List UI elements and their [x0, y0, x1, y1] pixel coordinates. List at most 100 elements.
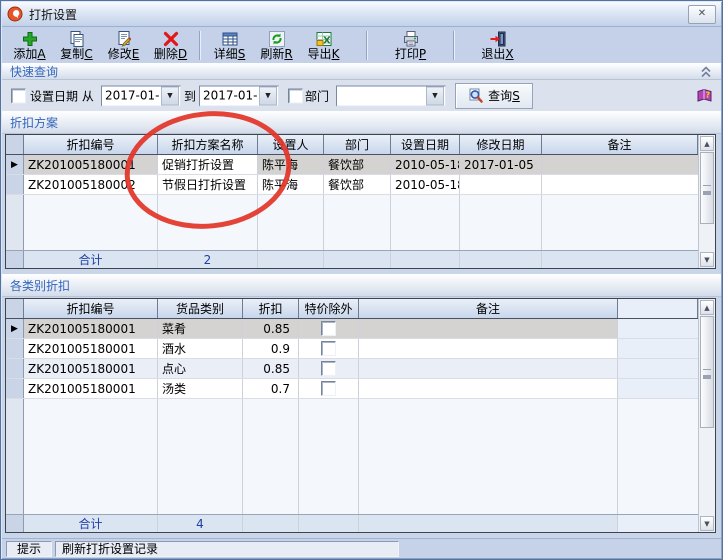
help-book-icon[interactable]: ?: [696, 88, 713, 104]
special-excluded-checkbox[interactable]: [321, 341, 336, 356]
column-header[interactable]: 修改日期: [460, 135, 542, 154]
scrollbar-thumb[interactable]: [700, 316, 714, 428]
app-window: 打折设置 ✕ 添加A 复制C 修改E 删除D 详细S 刷新R X: [0, 0, 723, 560]
search-button-label: 查询S: [488, 87, 520, 104]
search-icon: [468, 88, 484, 104]
exit-button[interactable]: 退出X: [474, 29, 521, 62]
cell-special-excluded: [299, 339, 359, 358]
empty-rows-area: [6, 195, 698, 250]
toolbar-button-label: 删除D: [154, 48, 187, 61]
indicator-header-cell: [6, 299, 24, 318]
column-header[interactable]: 设置日期: [391, 135, 460, 154]
cell-category: 汤类: [158, 379, 243, 398]
cell-discount: 0.85: [243, 359, 299, 378]
category-table-footer: 合计 4: [6, 514, 698, 532]
special-excluded-checkbox[interactable]: [321, 321, 336, 336]
cell-code: ZK201005180001: [24, 319, 158, 338]
toolbar-button-label: 详细S: [214, 48, 246, 61]
special-excluded-checkbox[interactable]: [321, 381, 336, 396]
empty-rows-area: [6, 399, 698, 514]
column-header[interactable]: 折扣方案名称: [158, 135, 258, 154]
cell-note: [542, 155, 698, 174]
category-table: 折扣编号 货品类别 折扣 特价除外 备注 ▶ ZK201005180001 菜肴…: [5, 298, 716, 533]
edit-button[interactable]: 修改E: [100, 29, 147, 62]
cell-mod-date: [460, 175, 542, 194]
date-to-select[interactable]: 2017-01-31 ▼: [199, 85, 279, 106]
toolbar-button-label: 打印P: [395, 48, 426, 61]
table-row[interactable]: ▶ ZK201005180001 促销打折设置 陈平海 餐饮部 2010-05-…: [6, 155, 698, 175]
detail-button[interactable]: 详细S: [206, 29, 253, 62]
column-header[interactable]: 设置人: [258, 135, 324, 154]
cell-category: 菜肴: [158, 319, 243, 338]
cell-special-excluded: [299, 379, 359, 398]
indicator-header-cell: [6, 135, 24, 154]
date-filter-checkbox[interactable]: [11, 88, 26, 103]
print-button[interactable]: 打印P: [387, 29, 434, 62]
special-excluded-checkbox[interactable]: [321, 361, 336, 376]
close-button[interactable]: ✕: [688, 5, 716, 24]
quick-query-section-header: 快速查询: [2, 63, 721, 80]
toolbar-separator: [199, 31, 201, 60]
plan-section-header: 折扣方案: [2, 111, 721, 134]
export-button[interactable]: X 导出K: [300, 29, 347, 62]
toolbar-separator: [366, 31, 368, 60]
table-row[interactable]: ZK201005180001 汤类 0.7: [6, 379, 698, 399]
date-from-select[interactable]: 2017-01-01 ▼: [101, 85, 181, 106]
column-header[interactable]: 备注: [359, 299, 618, 318]
add-button[interactable]: 添加A: [6, 29, 53, 62]
scroll-down-icon[interactable]: ▼: [700, 516, 714, 531]
table-row[interactable]: ZK201005180001 点心 0.85: [6, 359, 698, 379]
category-table-scrollbar[interactable]: ▲ ▼: [698, 299, 715, 532]
dept-filter-checkbox[interactable]: [288, 88, 303, 103]
refresh-button[interactable]: 刷新R: [253, 29, 300, 62]
print-icon: [402, 30, 420, 48]
cell-code: ZK201005180001: [24, 339, 158, 358]
column-header[interactable]: 货品类别: [158, 299, 243, 318]
cell-code: ZK201005180001: [24, 155, 158, 174]
toolbar-button-label: 修改E: [108, 48, 140, 61]
cell-dept: 餐饮部: [324, 155, 391, 174]
toolbar-button-label: 复制C: [60, 48, 92, 61]
column-header[interactable]: 部门: [324, 135, 391, 154]
chevron-down-icon[interactable]: ▼: [161, 86, 179, 105]
row-indicator: [6, 379, 24, 398]
scroll-up-icon[interactable]: ▲: [700, 300, 714, 315]
column-header[interactable]: 特价除外: [299, 299, 359, 318]
date-filter-label: 设置日期 从: [30, 87, 94, 104]
chevron-down-icon[interactable]: ▼: [426, 86, 444, 105]
cell-special-excluded: [299, 319, 359, 338]
search-button[interactable]: 查询S: [455, 83, 533, 109]
footer-row-count: 2: [158, 251, 258, 268]
cell-discount: 0.9: [243, 339, 299, 358]
copy-button[interactable]: 复制C: [53, 29, 100, 62]
column-header[interactable]: 备注: [542, 135, 698, 154]
detail-icon: [221, 30, 239, 48]
collapse-chevron-icon[interactable]: [699, 65, 713, 78]
category-table-header: 折扣编号 货品类别 折扣 特价除外 备注: [6, 299, 698, 319]
exit-icon: [489, 30, 507, 48]
svg-text:X: X: [323, 35, 331, 46]
chevron-down-icon[interactable]: ▼: [259, 86, 277, 105]
dept-filter-label: 部门: [305, 87, 329, 104]
plan-table-scrollbar[interactable]: ▲ ▼: [698, 135, 715, 268]
cell-note: [359, 379, 618, 398]
scroll-up-icon[interactable]: ▲: [700, 136, 714, 151]
category-section-title: 各类别折扣: [10, 277, 70, 294]
scrollbar-thumb[interactable]: [700, 152, 714, 224]
cell-person: 陈平海: [258, 155, 324, 174]
column-header[interactable]: 折扣: [243, 299, 299, 318]
plan-section-title: 折扣方案: [10, 114, 58, 131]
table-row[interactable]: ZK201005180001 酒水 0.9: [6, 339, 698, 359]
cell-code: ZK201005180001: [24, 359, 158, 378]
dept-select[interactable]: ▼: [336, 85, 446, 106]
cell-code: ZK201005180002: [24, 175, 158, 194]
delete-button[interactable]: 删除D: [147, 29, 194, 62]
cell-set-date: 2010-05-18: [391, 175, 460, 194]
cell-plan-name: 节假日打折设置: [158, 175, 258, 194]
table-row[interactable]: ZK201005180002 节假日打折设置 陈平海 餐饮部 2010-05-1…: [6, 175, 698, 195]
column-header[interactable]: 折扣编号: [24, 299, 158, 318]
column-header[interactable]: 折扣编号: [24, 135, 158, 154]
scroll-down-icon[interactable]: ▼: [700, 252, 714, 267]
app-logo-icon: [7, 6, 23, 22]
table-row[interactable]: ▶ ZK201005180001 菜肴 0.85: [6, 319, 698, 339]
